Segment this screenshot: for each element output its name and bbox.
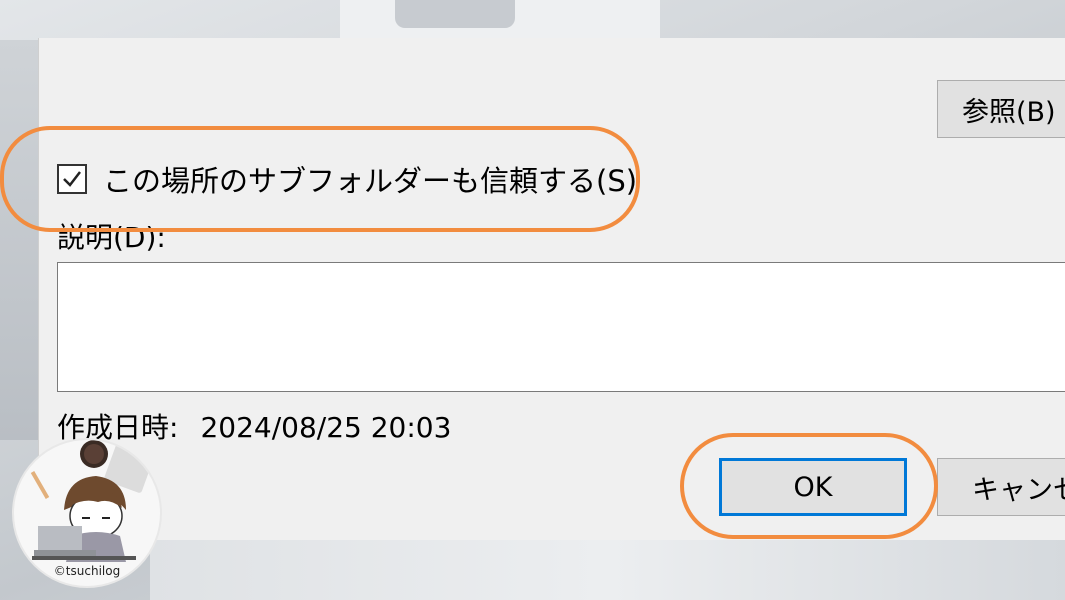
logo-copyright-text: ©tsuchilog — [53, 564, 121, 578]
description-input[interactable] — [57, 262, 1065, 392]
description-label: 説明(D): — [57, 221, 166, 254]
site-logo-avatar: ©tsuchilog — [12, 438, 162, 588]
background-photo-bottom — [150, 540, 1065, 600]
cancel-button[interactable]: キャンセ — [937, 458, 1065, 516]
checkmark-icon — [63, 171, 81, 187]
background-photo-left — [0, 40, 38, 440]
ok-button[interactable]: OK — [719, 458, 907, 516]
created-value: 2024/08/25 20:03 — [200, 411, 452, 444]
subfolder-trust-option[interactable]: この場所のサブフォルダーも信頼する(S) — [57, 158, 637, 200]
subfolder-checkbox[interactable] — [57, 164, 87, 194]
browse-button[interactable]: 参照(B) — [937, 80, 1065, 138]
subfolder-checkbox-label: この場所のサブフォルダーも信頼する(S) — [103, 164, 638, 198]
trusted-location-dialog: 参照(B) この場所のサブフォルダーも信頼する(S) 説明(D): 作成日時: 2… — [38, 38, 1065, 540]
background-photo-object — [395, 0, 515, 28]
